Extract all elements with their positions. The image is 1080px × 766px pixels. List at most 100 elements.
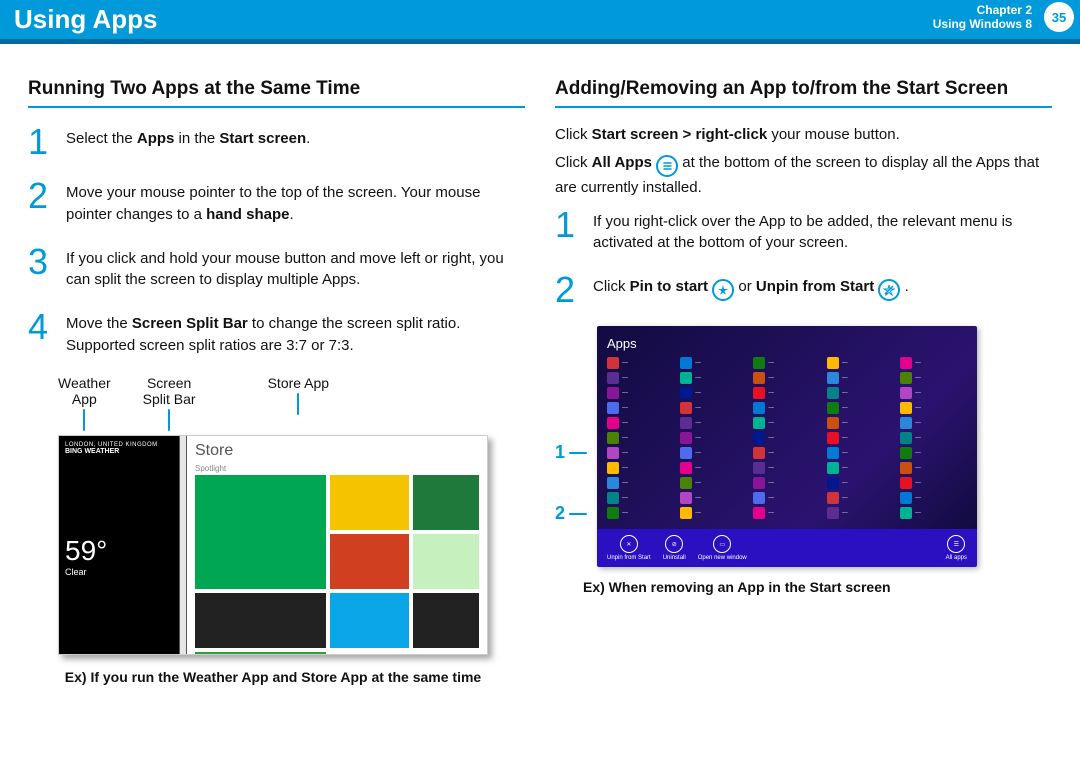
app-item[interactable]: — xyxy=(607,462,674,474)
app-item[interactable]: — xyxy=(827,462,894,474)
store-tile[interactable] xyxy=(195,593,326,648)
app-item[interactable]: — xyxy=(900,372,967,384)
right-column: Adding/Removing an App to/from the Start… xyxy=(555,64,1052,685)
app-item[interactable]: — xyxy=(827,507,894,519)
app-item[interactable]: — xyxy=(753,477,820,489)
step-text: Move your mouse pointer to the top of th… xyxy=(66,178,525,226)
app-item[interactable]: — xyxy=(680,462,747,474)
store-tile[interactable] xyxy=(330,475,409,530)
intro-paragraph: Click All Apps at the bottom of the scre… xyxy=(555,152,1052,199)
app-item[interactable]: — xyxy=(827,432,894,444)
app-item[interactable]: — xyxy=(900,417,967,429)
chapter-info: Chapter 2 Using Windows 8 xyxy=(933,3,1032,32)
app-item[interactable]: — xyxy=(900,447,967,459)
app-item[interactable]: — xyxy=(753,462,820,474)
all-apps-icon xyxy=(656,155,678,177)
chapter-sub: Using Windows 8 xyxy=(933,17,1032,31)
app-item[interactable]: — xyxy=(680,477,747,489)
store-app-panel: Store Spotlight xyxy=(187,436,487,654)
step-4: 4 Move the Screen Split Bar to change th… xyxy=(28,309,525,357)
app-item[interactable]: — xyxy=(900,387,967,399)
section-title-left: Running Two Apps at the Same Time xyxy=(28,78,525,108)
step-text: If you right-click over the App to be ad… xyxy=(593,207,1052,255)
app-item[interactable]: — xyxy=(753,402,820,414)
store-tile[interactable] xyxy=(413,534,479,589)
app-item[interactable]: — xyxy=(680,432,747,444)
app-item[interactable]: — xyxy=(753,447,820,459)
uninstall-button[interactable]: ⊘Uninstall xyxy=(663,535,686,561)
app-item[interactable]: — xyxy=(607,507,674,519)
app-item[interactable]: — xyxy=(827,417,894,429)
apps-context-bar: ✕Unpin from Start ⊘Uninstall ▭Open new w… xyxy=(597,529,977,567)
app-item[interactable]: — xyxy=(680,387,747,399)
app-item[interactable]: — xyxy=(827,387,894,399)
weather-temp: 59° xyxy=(65,535,173,567)
open-new-window-button[interactable]: ▭Open new window xyxy=(698,535,747,561)
app-item[interactable]: — xyxy=(607,387,674,399)
app-item[interactable]: — xyxy=(607,372,674,384)
app-item[interactable]: — xyxy=(753,492,820,504)
app-item[interactable]: — xyxy=(753,357,820,369)
apps-heading: Apps xyxy=(607,336,967,351)
store-tile[interactable] xyxy=(195,475,326,589)
app-item[interactable]: — xyxy=(680,447,747,459)
app-item[interactable]: — xyxy=(900,492,967,504)
unpin-from-start-button[interactable]: ✕Unpin from Start xyxy=(607,535,651,561)
store-tile[interactable] xyxy=(330,593,409,648)
store-tile[interactable] xyxy=(330,534,409,589)
app-item[interactable]: — xyxy=(607,492,674,504)
step-number: 2 xyxy=(28,178,54,226)
app-item[interactable]: — xyxy=(900,462,967,474)
app-item[interactable]: — xyxy=(607,432,674,444)
step-3: 3 If you click and hold your mouse butto… xyxy=(28,244,525,292)
app-item[interactable]: — xyxy=(607,402,674,414)
step-1: 1 If you right-click over the App to be … xyxy=(555,207,1052,255)
app-item[interactable]: — xyxy=(900,357,967,369)
app-item[interactable]: — xyxy=(680,417,747,429)
app-item[interactable]: — xyxy=(827,372,894,384)
app-item[interactable]: — xyxy=(680,372,747,384)
all-apps-button[interactable]: ☰All apps xyxy=(946,535,967,561)
callout-split-bar: Screen Split Bar xyxy=(143,375,196,431)
store-tile[interactable] xyxy=(413,475,479,530)
app-item[interactable]: — xyxy=(900,432,967,444)
app-item[interactable]: — xyxy=(827,447,894,459)
app-item[interactable]: — xyxy=(753,432,820,444)
app-item[interactable]: — xyxy=(607,447,674,459)
app-item[interactable]: — xyxy=(753,417,820,429)
page-number-badge: 35 xyxy=(1044,2,1074,32)
screenshot-all-apps: Apps ———————————————————————————————————… xyxy=(597,326,977,567)
app-item[interactable]: — xyxy=(680,507,747,519)
screenshot-callouts: Weather App Screen Split Bar Store App xyxy=(58,375,525,431)
step-1: 1 Select the Apps in the Start screen. xyxy=(28,124,525,160)
app-item[interactable]: — xyxy=(900,402,967,414)
app-item[interactable]: — xyxy=(753,507,820,519)
app-item[interactable]: — xyxy=(680,402,747,414)
screen-split-bar[interactable] xyxy=(179,436,187,654)
app-item[interactable]: — xyxy=(607,477,674,489)
step-text: Click Pin to start or Unpin from Start . xyxy=(593,272,909,308)
app-item[interactable]: — xyxy=(827,402,894,414)
apps-grid: — — — — — — — — — — — — — — — — — — — — — — — — — — — — — — — — — — — — — — — —… xyxy=(607,357,967,519)
store-tiles xyxy=(195,475,479,654)
app-item[interactable]: — xyxy=(680,357,747,369)
app-item[interactable]: — xyxy=(607,357,674,369)
app-item[interactable]: — xyxy=(753,372,820,384)
app-item[interactable]: — xyxy=(900,507,967,519)
store-tile[interactable] xyxy=(413,593,479,648)
page-title: Using Apps xyxy=(14,4,157,35)
app-item[interactable]: — xyxy=(827,357,894,369)
step-number: 1 xyxy=(555,207,581,255)
screenshot-caption-left: Ex) If you run the Weather App and Store… xyxy=(58,669,488,685)
store-tile[interactable] xyxy=(195,652,326,654)
app-item[interactable]: — xyxy=(680,492,747,504)
app-item[interactable]: — xyxy=(827,477,894,489)
app-item[interactable]: — xyxy=(753,387,820,399)
app-item[interactable]: — xyxy=(827,492,894,504)
callout-store-app: Store App xyxy=(268,375,330,431)
app-item[interactable]: — xyxy=(607,417,674,429)
store-title: Store xyxy=(195,442,479,460)
step-text: Select the Apps in the Start screen. xyxy=(66,124,310,160)
screenshot-split-apps: LONDON, UNITED KINGDOM BING WEATHER 59° … xyxy=(58,435,488,655)
app-item[interactable]: — xyxy=(900,477,967,489)
